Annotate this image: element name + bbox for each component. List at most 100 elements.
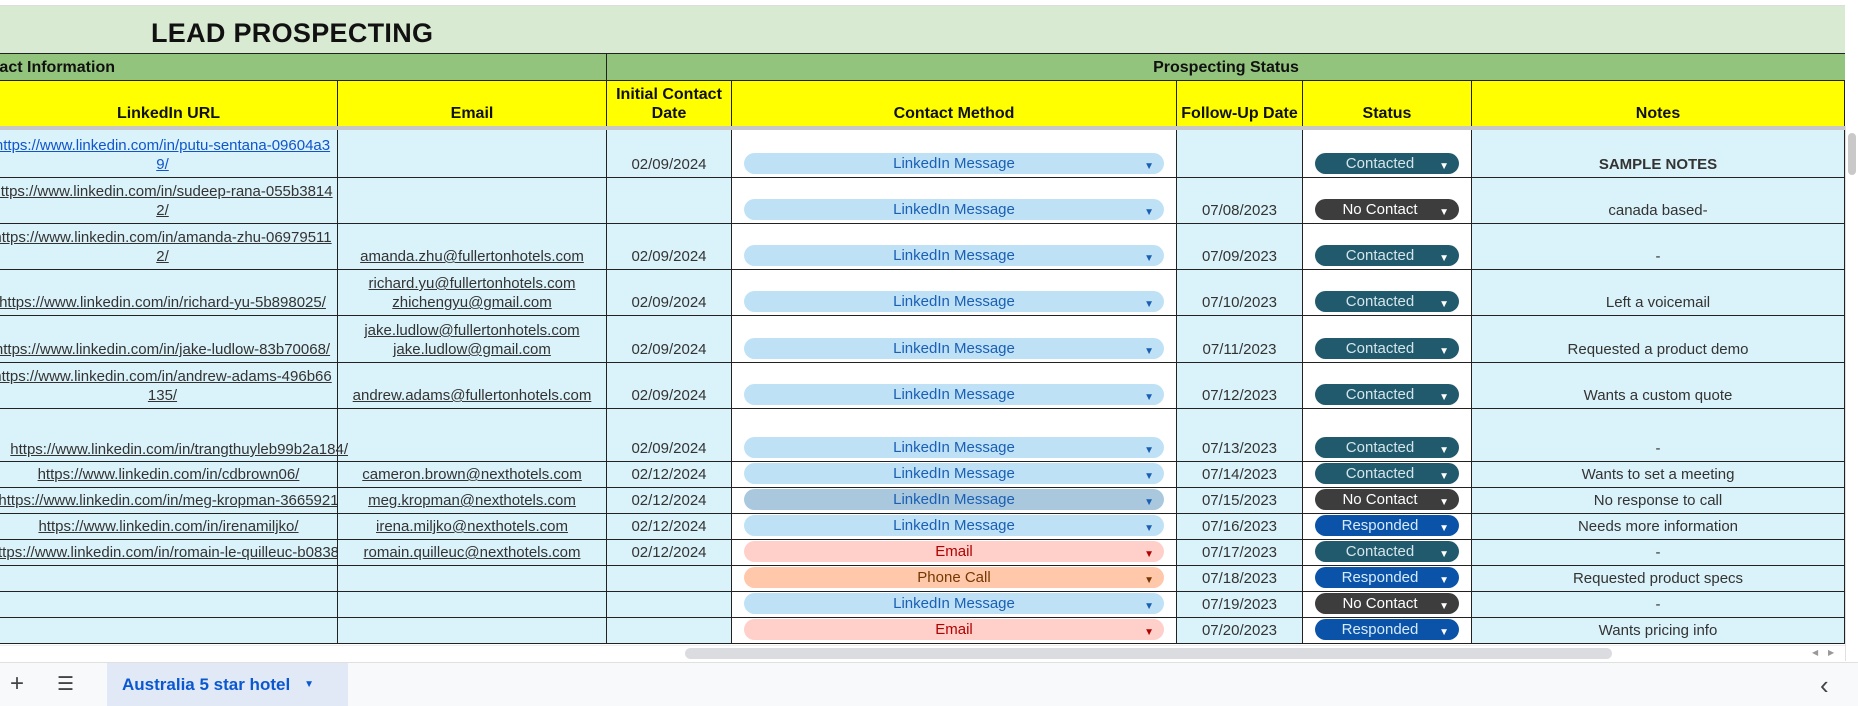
email-cell[interactable] — [338, 618, 607, 644]
header-initial-contact-date[interactable]: Initial Contact Date — [607, 81, 732, 126]
linkedin-link[interactable]: https://www.linkedin.com/in/sudeep-rana-… — [0, 182, 334, 220]
contact-method-cell[interactable]: LinkedIn Message ▼ — [732, 224, 1177, 270]
contact-method-dropdown[interactable]: Email ▼ — [744, 619, 1164, 640]
initial-contact-date-cell[interactable]: 02/12/2024 — [607, 462, 732, 488]
linkedin-cell[interactable] — [0, 592, 338, 618]
status-dropdown[interactable]: Contacted ▼ — [1315, 384, 1459, 405]
scroll-left-arrow[interactable]: ◀ — [1812, 648, 1818, 657]
status-dropdown[interactable]: Contacted ▼ — [1315, 153, 1459, 174]
follow-up-date-cell[interactable] — [1177, 130, 1303, 178]
notes-cell[interactable]: - — [1472, 409, 1845, 462]
contact-method-cell[interactable]: LinkedIn Message ▼ — [732, 514, 1177, 540]
follow-up-date-cell[interactable]: 07/15/2023 — [1177, 488, 1303, 514]
linkedin-cell[interactable]: https://www.linkedin.com/in/cdbrown06/ — [0, 462, 338, 488]
status-dropdown[interactable]: No Contact ▼ — [1315, 489, 1459, 510]
email-text[interactable]: meg.kropman@nexthotels.com — [368, 491, 576, 510]
contact-method-cell[interactable]: Email ▼ — [732, 618, 1177, 644]
linkedin-cell[interactable]: https://www.linkedin.com/in/amanda-zhu-0… — [0, 224, 338, 270]
scroll-right-arrow[interactable]: ▶ — [1828, 648, 1834, 657]
email-cell[interactable]: irena.miljko@nexthotels.com — [338, 514, 607, 540]
notes-cell[interactable]: Requested product specs — [1472, 566, 1845, 592]
status-cell[interactable]: Contacted ▼ — [1303, 316, 1472, 363]
notes-cell[interactable]: No response to call — [1472, 488, 1845, 514]
header-email[interactable]: Email — [338, 81, 607, 126]
status-dropdown[interactable]: Contacted ▼ — [1315, 437, 1459, 458]
notes-cell[interactable]: Requested a product demo — [1472, 316, 1845, 363]
header-linkedin[interactable]: LinkedIn URL — [0, 81, 338, 126]
status-dropdown[interactable]: No Contact ▼ — [1315, 593, 1459, 614]
linkedin-link[interactable]: https://www.linkedin.com/in/richard-yu-5… — [0, 293, 334, 312]
follow-up-date-cell[interactable]: 07/12/2023 — [1177, 363, 1303, 409]
contact-method-dropdown[interactable]: LinkedIn Message ▼ — [744, 489, 1164, 510]
status-cell[interactable]: No Contact ▼ — [1303, 592, 1472, 618]
status-cell[interactable]: Contacted ▼ — [1303, 270, 1472, 316]
vertical-scrollbar[interactable] — [1845, 126, 1858, 661]
follow-up-date-cell[interactable]: 07/09/2023 — [1177, 224, 1303, 270]
initial-contact-date-cell[interactable]: 02/12/2024 — [607, 514, 732, 540]
initial-contact-date-cell[interactable]: 02/09/2024 — [607, 130, 732, 178]
contact-method-dropdown[interactable]: Email ▼ — [744, 541, 1164, 562]
email-cell[interactable] — [338, 592, 607, 618]
initial-contact-date-cell[interactable]: 02/09/2024 — [607, 316, 732, 363]
follow-up-date-cell[interactable]: 07/19/2023 — [1177, 592, 1303, 618]
status-dropdown[interactable]: Responded ▼ — [1315, 619, 1459, 640]
status-cell[interactable]: Contacted ▼ — [1303, 540, 1472, 566]
follow-up-date-cell[interactable]: 07/08/2023 — [1177, 178, 1303, 224]
status-cell[interactable]: Contacted ▼ — [1303, 224, 1472, 270]
linkedin-cell[interactable]: https://www.linkedin.com/in/meg-kropman-… — [0, 488, 338, 514]
email-text[interactable]: romain.quilleuc@nexthotels.com — [364, 543, 581, 562]
linkedin-link[interactable]: https://www.linkedin.com/in/jake-ludlow-… — [0, 340, 334, 359]
contact-method-cell[interactable]: Email ▼ — [732, 540, 1177, 566]
contact-method-dropdown[interactable]: LinkedIn Message ▼ — [744, 153, 1164, 174]
email-text[interactable]: irena.miljko@nexthotels.com — [376, 517, 568, 536]
contact-method-dropdown[interactable]: LinkedIn Message ▼ — [744, 199, 1164, 220]
linkedin-cell[interactable]: https://www.linkedin.com/in/irenamiljko/ — [0, 514, 338, 540]
initial-contact-date-cell[interactable]: 02/09/2024 — [607, 270, 732, 316]
linkedin-cell[interactable] — [0, 618, 338, 644]
status-dropdown[interactable]: Responded ▼ — [1315, 515, 1459, 536]
contact-method-cell[interactable]: LinkedIn Message ▼ — [732, 462, 1177, 488]
status-dropdown[interactable]: Responded ▼ — [1315, 567, 1459, 588]
linkedin-cell[interactable]: https://www.linkedin.com/in/romain-le-qu… — [0, 540, 338, 566]
status-dropdown[interactable]: Contacted ▼ — [1315, 338, 1459, 359]
email-cell[interactable]: andrew.adams@fullertonhotels.com — [338, 363, 607, 409]
linkedin-cell[interactable]: https://www.linkedin.com/in/sudeep-rana-… — [0, 178, 338, 224]
contact-method-cell[interactable]: LinkedIn Message ▼ — [732, 409, 1177, 462]
email-text[interactable]: andrew.adams@fullertonhotels.com — [353, 386, 592, 405]
status-dropdown[interactable]: Contacted ▼ — [1315, 541, 1459, 562]
vertical-scroll-thumb[interactable] — [1848, 133, 1856, 175]
linkedin-cell[interactable]: https://www.linkedin.com/in/richard-yu-5… — [0, 270, 338, 316]
contact-method-dropdown[interactable]: LinkedIn Message ▼ — [744, 245, 1164, 266]
notes-cell[interactable]: Wants a custom quote — [1472, 363, 1845, 409]
status-dropdown[interactable]: No Contact ▼ — [1315, 199, 1459, 220]
status-cell[interactable]: Responded ▼ — [1303, 514, 1472, 540]
linkedin-link[interactable]: https://www.linkedin.com/in/meg-kropman-… — [0, 491, 337, 510]
linkedin-link[interactable]: https://www.linkedin.com/in/amanda-zhu-0… — [0, 228, 334, 266]
initial-contact-date-cell[interactable] — [607, 566, 732, 592]
notes-cell[interactable]: canada based- — [1472, 178, 1845, 224]
notes-cell[interactable]: SAMPLE NOTES — [1472, 130, 1845, 178]
notes-cell[interactable]: - — [1472, 592, 1845, 618]
header-contact-method[interactable]: Contact Method — [732, 81, 1177, 126]
email-cell[interactable] — [338, 409, 607, 462]
contact-method-dropdown[interactable]: LinkedIn Message ▼ — [744, 593, 1164, 614]
email-cell[interactable]: meg.kropman@nexthotels.com — [338, 488, 607, 514]
linkedin-link[interactable]: https://www.linkedin.com/in/irenamiljko/ — [38, 517, 298, 536]
notes-cell[interactable]: Wants pricing info — [1472, 618, 1845, 644]
contact-method-dropdown[interactable]: LinkedIn Message ▼ — [744, 338, 1164, 359]
status-cell[interactable]: Contacted ▼ — [1303, 363, 1472, 409]
email-text[interactable]: amanda.zhu@fullertonhotels.com — [360, 247, 584, 266]
header-follow-up-date[interactable]: Follow-Up Date — [1177, 81, 1303, 126]
contact-method-dropdown[interactable]: LinkedIn Message ▼ — [744, 384, 1164, 405]
status-cell[interactable]: Contacted ▼ — [1303, 462, 1472, 488]
status-cell[interactable]: Contacted ▼ — [1303, 130, 1472, 178]
follow-up-date-cell[interactable]: 07/14/2023 — [1177, 462, 1303, 488]
contact-method-cell[interactable]: LinkedIn Message ▼ — [732, 488, 1177, 514]
email-cell[interactable]: cameron.brown@nexthotels.com — [338, 462, 607, 488]
contact-method-dropdown[interactable]: LinkedIn Message ▼ — [744, 291, 1164, 312]
email-cell[interactable] — [338, 178, 607, 224]
contact-method-dropdown[interactable]: LinkedIn Message ▼ — [744, 437, 1164, 458]
notes-cell[interactable]: - — [1472, 540, 1845, 566]
follow-up-date-cell[interactable]: 07/13/2023 — [1177, 409, 1303, 462]
notes-cell[interactable]: Left a voicemail — [1472, 270, 1845, 316]
